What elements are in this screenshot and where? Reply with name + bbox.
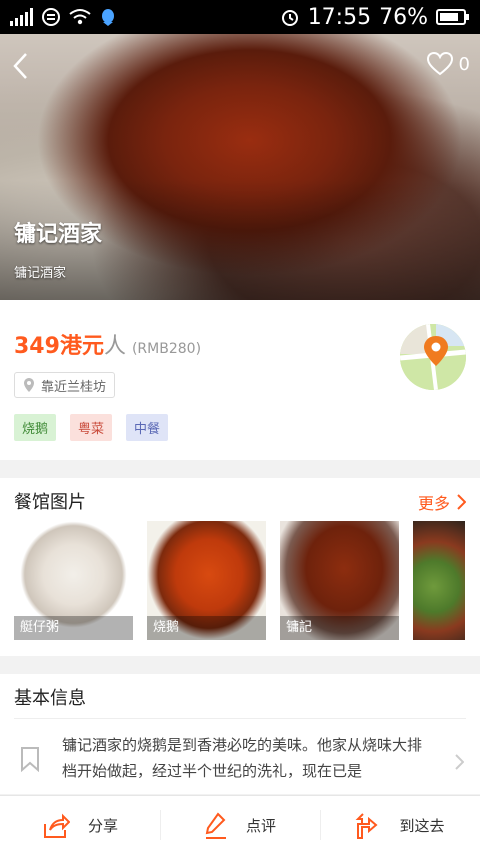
tag-roast-goose[interactable]: 烧鹅 [14, 414, 57, 441]
price-rmb: (RMB280) [131, 341, 202, 357]
price-amount: 349港元 [14, 334, 104, 359]
tag-chinese[interactable]: 中餐 [126, 414, 169, 441]
share-icon [43, 813, 70, 838]
back-arrow-icon [13, 53, 27, 79]
basic-info-section: 基本信息 镛记酒家的烧鹅是到香港必吃的美味。他家从烧味大排档开始做起，经过半个世… [0, 674, 480, 794]
alarm-icon [281, 10, 298, 26]
more-photos-link[interactable]: 更多 [418, 490, 466, 514]
share-button[interactable]: 分享 [0, 796, 160, 855]
price-per: 人 [103, 334, 126, 359]
description-text[interactable]: 镛记酒家的烧鹅是到香港必吃的美味。他家从烧味大排档开始做起，经过半个世纪的洗礼，… [62, 732, 432, 784]
bookmark-icon [21, 747, 39, 772]
photo-thumbnail[interactable] [413, 521, 465, 640]
location-chip[interactable]: 靠近兰桂坊 [14, 372, 116, 398]
status-right: 17:55 76% [280, 5, 470, 30]
share-label: 分享 [87, 817, 118, 835]
directions-button[interactable]: 到这去 [320, 796, 480, 855]
favorite-count: 0 [458, 53, 470, 75]
map-thumbnail[interactable] [400, 324, 466, 390]
map-pin-icon [400, 324, 466, 390]
status-bar: 17:55 76% [0, 0, 480, 34]
review-button[interactable]: 点评 [160, 796, 320, 855]
wifi-icon [69, 9, 91, 25]
review-label: 点评 [245, 817, 276, 835]
hero-image: 0 镛记酒家 镛记酒家 [0, 34, 480, 300]
restaurant-info: 349港元 人 (RMB280) 靠近兰桂坊 烧鹅 粤菜 中餐 [0, 300, 480, 460]
status-time: 17:55 [307, 4, 372, 30]
location-label: 靠近兰桂坊 [41, 379, 107, 395]
photo-thumbnail[interactable]: 镛記 [280, 521, 399, 640]
divider [14, 718, 466, 719]
photo-caption: 烧鹅 [147, 616, 266, 640]
price-row: 349港元 人 (RMB280) [14, 328, 201, 360]
bottom-action-bar: 分享 点评 到这去 [0, 795, 480, 855]
back-button[interactable] [12, 52, 28, 84]
favorite-button[interactable]: 0 [426, 52, 470, 76]
qq-icon [102, 9, 114, 26]
directions-icon [356, 812, 379, 839]
pencil-icon [205, 811, 226, 839]
location-pin-icon [24, 378, 34, 392]
photos-section: 餐馆图片 更多 艇仔粥 烧鹅 镛記 [0, 478, 480, 656]
restaurant-name: 镛记酒家 [14, 222, 103, 247]
cuisine-tags: 烧鹅 粤菜 中餐 [14, 414, 169, 441]
basic-info-title: 基本信息 [14, 688, 86, 709]
battery-percent: 76% [379, 4, 428, 30]
photo-thumbnail[interactable]: 艇仔粥 [14, 521, 133, 640]
network-icon [42, 8, 60, 26]
photo-caption: 艇仔粥 [14, 616, 133, 640]
status-left [10, 7, 117, 27]
photos-title: 餐馆图片 [14, 492, 86, 513]
photo-thumbnail[interactable]: 烧鹅 [147, 521, 266, 640]
photo-caption: 镛記 [280, 616, 399, 640]
directions-label: 到这去 [399, 817, 445, 835]
restaurant-subtitle: 镛记酒家 [14, 266, 67, 281]
photo-thumbnails: 艇仔粥 烧鹅 镛記 [14, 521, 465, 640]
signal-icon [10, 8, 33, 26]
tag-cantonese[interactable]: 粤菜 [70, 414, 113, 441]
more-label: 更多 [417, 494, 450, 513]
battery-icon [436, 9, 469, 25]
chevron-right-icon[interactable] [454, 754, 464, 770]
chevron-right-icon [457, 494, 466, 510]
heart-icon [426, 52, 453, 76]
